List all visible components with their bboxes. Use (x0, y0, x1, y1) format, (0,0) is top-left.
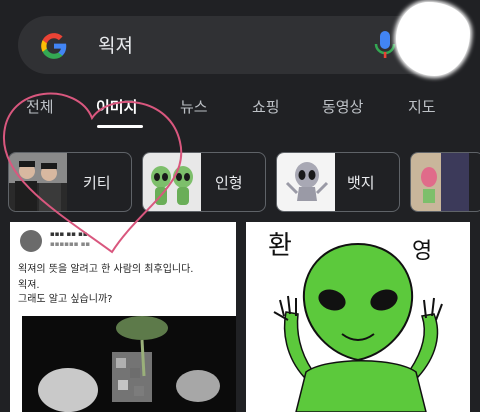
tab-all[interactable]: 전체 (26, 96, 54, 117)
avatar (20, 230, 42, 252)
chip-kitty[interactable]: 키티 (8, 152, 132, 212)
chip-doll[interactable]: 인형 (142, 152, 266, 212)
result-image-tweet[interactable]: ▪▪▪ ▪▪ ▪▪ ▪▪▪▪▪▪ ▪▪ 왹져의 뜻을 알려고 한 사람의 최후입… (10, 222, 236, 412)
tab-maps[interactable]: 지도 (408, 96, 436, 117)
tweet-photo (22, 316, 236, 412)
tab-shopping[interactable]: 쇼핑 (252, 96, 280, 117)
tweet-text-line: 그래도 알고 싶습니까? (18, 294, 113, 305)
tab-images[interactable]: 이미지 (96, 96, 137, 117)
avatar[interactable] (396, 2, 470, 76)
tab-videos[interactable]: 동영상 (322, 96, 363, 117)
tweet-text-line: 왹져. (18, 280, 40, 291)
chip-thumbnail (411, 153, 469, 211)
chip-badge[interactable]: 뱃지 (276, 152, 400, 212)
google-logo-icon (41, 33, 67, 59)
chip-thumbnail (9, 153, 67, 211)
blurred-handle: ▪▪▪▪▪▪ ▪▪ (50, 240, 91, 248)
alien-drawing: 환 영 (268, 231, 443, 412)
chip-label: 키티 (83, 174, 111, 192)
chip-label: 인형 (215, 174, 243, 192)
chip-thumbnail (143, 153, 201, 211)
tweet-text-line: 왹져의 뜻을 알려고 한 사람의 최후입니다. (18, 264, 194, 275)
result-image-alien[interactable]: 환 영 (246, 222, 470, 412)
active-tab-indicator (97, 125, 143, 128)
microphone-icon[interactable] (374, 30, 396, 60)
alien-text-left: 환 (268, 231, 292, 261)
blurred-username: ▪▪▪ ▪▪ ▪▪ (50, 230, 88, 238)
chip-more[interactable] (410, 152, 480, 212)
chip-thumbnail (277, 153, 335, 211)
alien-text-right: 영 (412, 239, 432, 264)
search-tabs: 전체 이미지 뉴스 쇼핑 동영상 지도 (0, 96, 480, 130)
chip-label: 뱃지 (347, 174, 375, 192)
search-input[interactable]: 왹져 (98, 31, 133, 58)
tab-news[interactable]: 뉴스 (180, 96, 208, 117)
